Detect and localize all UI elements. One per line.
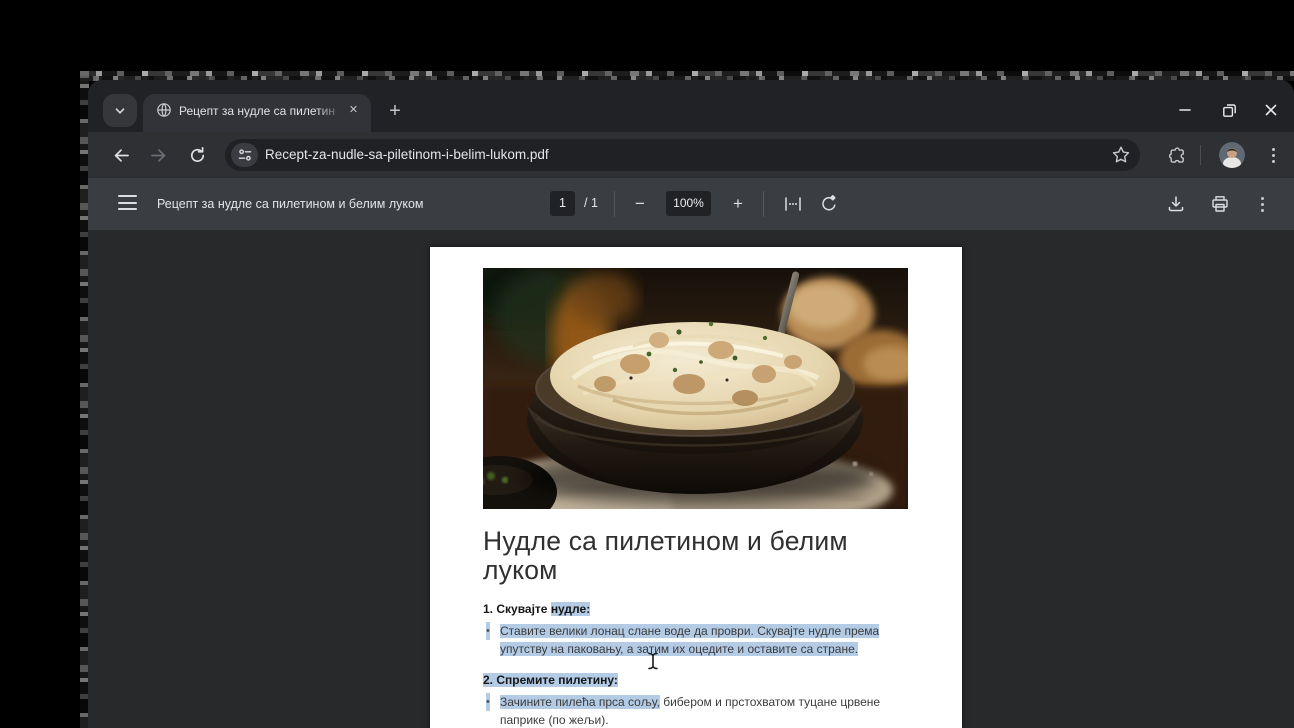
avatar-photo (1219, 142, 1245, 168)
recipe-title-line1: Нудле са пилетином и белим (483, 527, 883, 556)
pdf-toolbar-divider (614, 191, 615, 217)
reload-icon (188, 146, 207, 165)
step-1-heading-plain: 1. Скувајте (483, 602, 551, 616)
print-button[interactable] (1206, 190, 1234, 218)
address-bar[interactable]: Recept-za-nudle-sa-piletinom-i-belim-luk… (225, 139, 1140, 171)
page-total-label: / 1 (584, 191, 598, 216)
pdf-menu-button[interactable] (118, 195, 137, 210)
pdf-toolbar-divider (763, 191, 764, 217)
pdf-document-title: Рецепт за нудле са пилетином и белим лук… (157, 178, 424, 230)
step-2-heading-selected: 2. Спремите пилетину: (483, 673, 618, 687)
restore-icon (1221, 102, 1238, 119)
toolbar-divider (1200, 145, 1201, 165)
window-restore-button[interactable] (1215, 96, 1243, 124)
step-1-bullet: • Ставите велики лонац слане воде да пров… (483, 622, 883, 658)
new-tab-button[interactable]: + (382, 99, 408, 125)
pdf-toolbar: Рецепт за нудле са пилетином и белим лук… (88, 178, 1294, 230)
forward-icon (149, 146, 168, 165)
back-icon (112, 146, 131, 165)
reload-button[interactable] (184, 142, 210, 168)
extensions-puzzle-icon (1168, 146, 1187, 165)
bookmark-star-icon[interactable] (1111, 145, 1131, 165)
forward-button[interactable] (145, 142, 171, 168)
browser-window: Рецепт за нудле са пилетин ✕ + (88, 80, 1294, 728)
url-text[interactable]: Recept-za-nudle-sa-piletinom-i-belim-luk… (265, 139, 549, 171)
recipe-title: Нудле са пилетином и белим луком (483, 527, 883, 585)
kebab-menu-icon (1272, 148, 1275, 163)
step-1-heading: 1. Скувајте нудле: (483, 600, 883, 618)
fit-width-icon (783, 194, 803, 214)
step-2-bullet-1: •Зачините пилећа прса сољу, бибером и пр… (483, 693, 883, 728)
page-number-input[interactable]: 1 (550, 191, 575, 216)
bullet-icon: • (486, 622, 490, 640)
print-icon (1210, 194, 1230, 214)
site-settings-chip[interactable] (231, 143, 258, 167)
text-cursor (646, 652, 660, 670)
window-minimize-button[interactable] (1171, 96, 1199, 124)
step-2-heading: 2. Спремите пилетину: (483, 671, 883, 689)
zoom-in-button[interactable]: + (724, 190, 752, 218)
back-button[interactable] (108, 142, 134, 168)
recipe-photo (483, 268, 908, 509)
tab-title: Рецепт за нудле са пилетин (179, 103, 347, 119)
step-1-heading-selected: нудле: (551, 602, 590, 616)
step-1-bullet-text: Ставите велики лонац слане воде да провр… (500, 624, 879, 656)
pdf-more-button[interactable] (1248, 190, 1276, 218)
download-button[interactable] (1162, 190, 1190, 218)
zoom-out-button[interactable]: − (626, 190, 654, 218)
minimize-icon (1178, 103, 1192, 117)
fit-to-width-button[interactable] (779, 190, 807, 218)
tab-search-button[interactable] (103, 94, 137, 127)
rotate-button[interactable] (815, 190, 843, 218)
bullet-icon: • (486, 693, 490, 711)
step-2-bullet-1-selected: Зачините пилећа прса сољу, (500, 695, 660, 709)
tab-strip: Рецепт за нудле са пилетин ✕ + (88, 80, 1294, 132)
kebab-menu-icon (1261, 197, 1264, 212)
close-icon (1264, 103, 1278, 117)
globe-icon (156, 102, 172, 118)
rotate-counterclockwise-icon (819, 194, 839, 214)
pdf-viewer[interactable]: Нудле са пилетином и белим луком 1. Скув… (88, 230, 1294, 728)
recipe-body: 1. Скувајте нудле: • Ставите велики лонац… (483, 600, 883, 728)
pdf-page[interactable]: Нудле са пилетином и белим луком 1. Скув… (430, 247, 962, 728)
tab-active[interactable]: Рецепт за нудле са пилетин ✕ (143, 94, 371, 132)
browser-menu-button[interactable] (1260, 142, 1286, 168)
window-close-button[interactable] (1257, 96, 1285, 124)
tab-close-button[interactable]: ✕ (345, 102, 362, 119)
profile-avatar[interactable] (1219, 142, 1245, 168)
recipe-title-line2: луком (483, 556, 883, 585)
browser-toolbar: Recept-za-nudle-sa-piletinom-i-belim-luk… (88, 132, 1294, 178)
extensions-button[interactable] (1164, 142, 1190, 168)
screen: Рецепт за нудле са пилетин ✕ + (0, 0, 1294, 728)
zoom-level-value[interactable]: 100% (666, 191, 711, 216)
site-settings-icon (237, 147, 253, 163)
chevron-down-icon (113, 104, 127, 118)
download-icon (1166, 194, 1186, 214)
